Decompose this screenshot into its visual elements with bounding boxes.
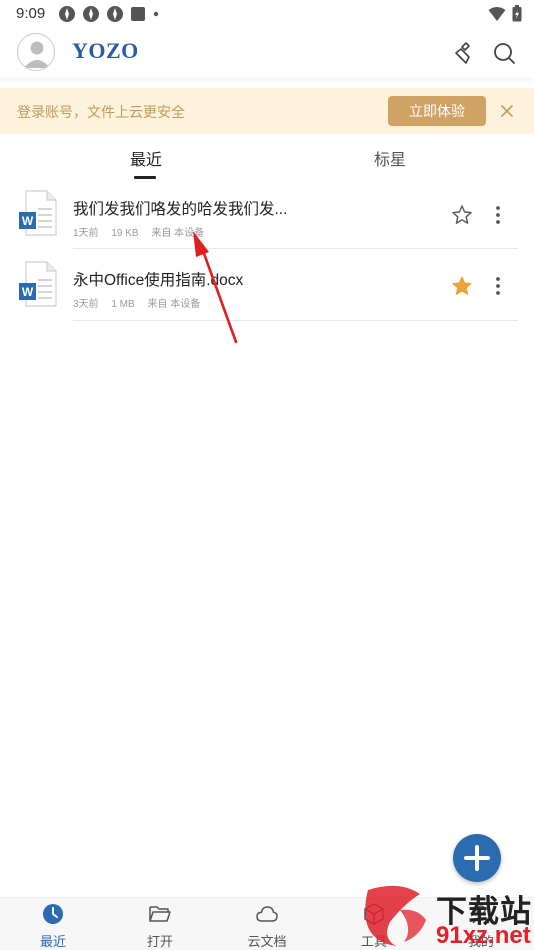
file-row[interactable]: W 永中Office使用指南.docx 3天前 1 MB 来自 本设备 xyxy=(0,253,534,324)
battery-icon xyxy=(512,5,522,22)
list-divider xyxy=(73,320,518,321)
star-outline-icon[interactable] xyxy=(451,204,473,226)
status-bar: 9:09 xyxy=(0,0,534,28)
more-vertical-icon[interactable] xyxy=(488,275,508,297)
file-size: 19 KB xyxy=(111,228,139,239)
app-logo: YOZO xyxy=(72,38,139,63)
notification-icon xyxy=(107,6,123,22)
more-vertical-icon[interactable] xyxy=(488,204,508,226)
star-filled-icon[interactable] xyxy=(451,275,473,297)
file-name: 我们发我们咯发的哈发我们发... xyxy=(73,201,288,218)
user-icon xyxy=(24,41,50,68)
svg-text:W: W xyxy=(22,285,34,299)
nav-label: 最近 xyxy=(39,934,66,949)
file-source: 来自 本设备 xyxy=(151,228,205,239)
folder-icon xyxy=(149,906,171,922)
clock-icon xyxy=(43,904,63,924)
nav-item-open[interactable]: 打开 xyxy=(120,898,200,950)
word-document-icon: W xyxy=(19,190,57,236)
promo-text: 登录账号，文件上云更安全 xyxy=(17,104,185,120)
svg-text:W: W xyxy=(22,214,34,228)
status-time: 9:09 xyxy=(16,5,46,22)
file-size: 1 MB xyxy=(111,299,135,310)
notification-dot-icon xyxy=(153,11,159,17)
clean-brush-icon[interactable] xyxy=(452,40,478,66)
login-promo-banner: 登录账号，文件上云更安全 立即体验 xyxy=(0,88,534,134)
file-age: 3天前 xyxy=(73,299,99,310)
add-document-button[interactable] xyxy=(453,834,501,882)
watermark-text-bottom: 91xz.net xyxy=(436,922,531,949)
wifi-icon xyxy=(488,6,506,21)
nav-label: 云文档 xyxy=(247,934,287,949)
file-name: 永中Office使用指南.docx xyxy=(73,272,244,289)
app-header: YOZO xyxy=(0,28,534,78)
nav-item-cloud[interactable]: 云文档 xyxy=(227,898,307,950)
status-notification-icons xyxy=(58,5,160,23)
file-row[interactable]: W 我们发我们咯发的哈发我们发... 1天前 19 KB 来自 本设备 xyxy=(0,182,534,253)
notification-icon xyxy=(83,6,99,22)
close-icon[interactable] xyxy=(496,100,518,122)
file-tabs: 最近 标星 xyxy=(0,134,534,182)
tab-recent[interactable]: 最近 xyxy=(130,146,162,170)
file-meta: 3天前 1 MB 来自 本设备 xyxy=(73,295,210,310)
word-document-icon: W xyxy=(19,261,57,307)
search-icon[interactable] xyxy=(491,40,517,66)
cloud-icon xyxy=(256,906,278,922)
list-divider xyxy=(73,248,518,249)
tab-starred[interactable]: 标星 xyxy=(374,146,406,170)
file-meta: 1天前 19 KB 来自 本设备 xyxy=(73,224,214,239)
notification-square-icon xyxy=(131,7,145,21)
watermark-logo-icon xyxy=(365,885,426,946)
notification-icon xyxy=(59,6,75,22)
nav-item-recent[interactable]: 最近 xyxy=(13,898,93,950)
tab-indicator xyxy=(134,176,156,179)
plus-icon xyxy=(464,845,490,871)
user-avatar[interactable] xyxy=(17,33,55,71)
file-age: 1天前 xyxy=(73,228,99,239)
site-watermark: 下载站 91xz.net xyxy=(360,880,534,950)
try-now-button[interactable]: 立即体验 xyxy=(388,96,486,126)
nav-label: 打开 xyxy=(146,934,173,949)
file-source: 来自 本设备 xyxy=(147,299,201,310)
status-system-icons xyxy=(488,5,522,22)
